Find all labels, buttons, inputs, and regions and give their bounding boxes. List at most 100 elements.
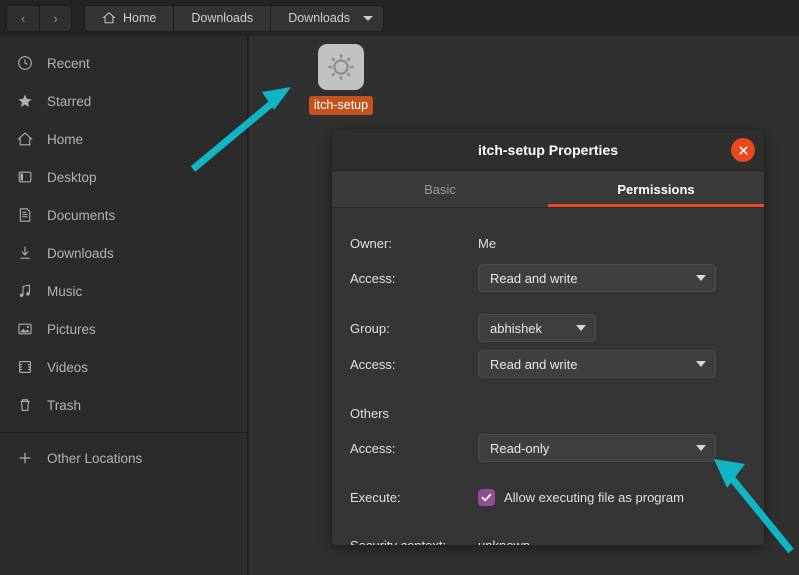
sidebar-label-desktop: Desktop	[47, 170, 97, 185]
plus-icon	[16, 450, 33, 467]
sidebar-item-documents[interactable]: Documents	[0, 196, 247, 234]
spacer	[332, 386, 764, 400]
sidebar-item-trash[interactable]: Trash	[0, 386, 247, 424]
execute-checkbox-label: Allow executing file as program	[504, 490, 684, 505]
back-icon: ‹	[21, 11, 25, 26]
sidebar-item-other-locations[interactable]: Other Locations	[0, 439, 247, 477]
sidebar-item-starred[interactable]: Starred	[0, 82, 247, 120]
others-access-label: Access:	[350, 441, 478, 456]
spacer	[332, 470, 764, 484]
owner-access-label: Access:	[350, 271, 478, 286]
breadcrumb: Home Downloads Downloads	[84, 5, 384, 32]
nav-button-group: ‹ ›	[6, 5, 72, 32]
home-icon	[102, 11, 116, 25]
security-context-label: Security context:	[350, 538, 478, 546]
desktop-icon	[16, 169, 33, 186]
group-value: abhishek	[490, 321, 542, 336]
sidebar-label-trash: Trash	[47, 398, 81, 413]
breadcrumb-item-home[interactable]: Home	[85, 6, 173, 31]
execute-checkbox-row[interactable]: Allow executing file as program	[478, 489, 684, 506]
execute-checkbox[interactable]	[478, 489, 495, 506]
others-label: Others	[350, 406, 478, 421]
forward-button[interactable]: ›	[39, 6, 71, 31]
music-icon	[16, 283, 33, 300]
dialog-title: itch-setup Properties	[478, 142, 618, 158]
sidebar-item-home[interactable]: Home	[0, 120, 247, 158]
breadcrumb-label-downloads: Downloads	[191, 11, 253, 25]
dialog-title-bar: itch-setup Properties	[332, 129, 764, 171]
properties-dialog: itch-setup Properties Basic Permissions …	[332, 129, 764, 545]
permissions-panel: Owner: Me Access: Read and write Group: …	[332, 208, 764, 544]
breadcrumb-label-downloads-current: Downloads	[288, 11, 350, 25]
row-others: Others	[332, 400, 764, 426]
sidebar-item-downloads[interactable]: Downloads	[0, 234, 247, 272]
sidebar-item-recent[interactable]: Recent	[0, 44, 247, 82]
others-access-value: Read-only	[490, 441, 549, 456]
sidebar-label-music: Music	[47, 284, 82, 299]
owner-access-value: Read and write	[490, 271, 577, 286]
tab-basic[interactable]: Basic	[332, 171, 548, 207]
sidebar-item-pictures[interactable]: Pictures	[0, 310, 247, 348]
row-execute: Execute: Allow executing file as program	[332, 484, 764, 510]
chevron-down-icon	[696, 445, 706, 451]
execute-label: Execute:	[350, 490, 478, 505]
forward-icon: ›	[53, 11, 57, 26]
owner-label: Owner:	[350, 236, 478, 251]
spacer	[332, 518, 764, 532]
tab-permissions-label: Permissions	[617, 182, 694, 197]
download-icon	[16, 245, 33, 262]
star-icon	[16, 93, 33, 110]
group-label: Group:	[350, 321, 478, 336]
tab-basic-label: Basic	[424, 182, 456, 197]
header-bar: ‹ › Home Downloads Downloads	[0, 0, 799, 36]
back-button[interactable]: ‹	[7, 6, 39, 31]
close-icon[interactable]	[731, 138, 755, 162]
tab-permissions[interactable]: Permissions	[548, 171, 764, 207]
owner-access-dropdown[interactable]: Read and write	[478, 264, 716, 292]
home-icon	[16, 131, 33, 148]
file-item-itch-setup[interactable]: itch-setup	[293, 44, 389, 115]
sidebar-item-videos[interactable]: Videos	[0, 348, 247, 386]
others-access-dropdown[interactable]: Read-only	[478, 434, 716, 462]
group-access-label: Access:	[350, 357, 478, 372]
sidebar-divider	[0, 432, 247, 433]
chevron-down-icon	[696, 361, 706, 367]
group-access-dropdown[interactable]: Read and write	[478, 350, 716, 378]
file-name-label: itch-setup	[309, 96, 373, 115]
sidebar-label-home: Home	[47, 132, 83, 147]
breadcrumb-label-home: Home	[123, 11, 156, 25]
group-access-value: Read and write	[490, 357, 577, 372]
videos-icon	[16, 359, 33, 376]
clock-icon	[16, 55, 33, 72]
row-others-access: Access: Read-only	[332, 434, 764, 462]
sidebar: Recent Starred Home	[0, 36, 248, 575]
trash-icon	[16, 397, 33, 414]
chevron-down-icon	[576, 325, 586, 331]
file-manager-window: ‹ › Home Downloads Downloads	[0, 0, 799, 575]
documents-icon	[16, 207, 33, 224]
sidebar-label-downloads: Downloads	[47, 246, 114, 261]
pictures-icon	[16, 321, 33, 338]
sidebar-label-videos: Videos	[47, 360, 88, 375]
sidebar-label-documents: Documents	[47, 208, 115, 223]
breadcrumb-item-downloads-current[interactable]: Downloads	[270, 6, 383, 31]
row-group-access: Access: Read and write	[332, 350, 764, 378]
sidebar-label-starred: Starred	[47, 94, 91, 109]
owner-value: Me	[478, 236, 496, 251]
dialog-tabs: Basic Permissions	[332, 171, 764, 208]
row-security-context: Security context: unknown	[332, 532, 764, 545]
security-context-value: unknown	[478, 538, 530, 546]
sidebar-label-other-locations: Other Locations	[47, 451, 142, 466]
sidebar-item-music[interactable]: Music	[0, 272, 247, 310]
sidebar-item-desktop[interactable]: Desktop	[0, 158, 247, 196]
row-group: Group: abhishek	[332, 314, 764, 342]
breadcrumb-item-downloads[interactable]: Downloads	[173, 6, 270, 31]
row-owner-access: Access: Read and write	[332, 264, 764, 292]
chevron-down-icon	[696, 275, 706, 281]
spacer	[332, 300, 764, 314]
gear-icon	[318, 44, 364, 90]
group-dropdown[interactable]: abhishek	[478, 314, 596, 342]
chevron-down-icon[interactable]	[363, 16, 373, 21]
row-owner: Owner: Me	[332, 230, 764, 256]
sidebar-label-recent: Recent	[47, 56, 90, 71]
